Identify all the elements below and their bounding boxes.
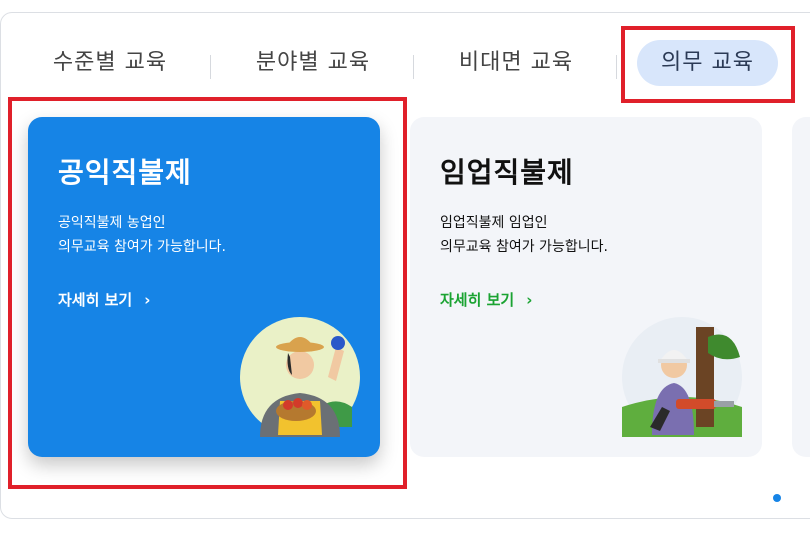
- tab-field-education[interactable]: 분야별 교육: [243, 40, 383, 86]
- forester-with-chainsaw-icon: [622, 317, 742, 437]
- card-description: 임업직불제 임업인 의무교육 참여가 가능합니다.: [440, 211, 608, 259]
- highlight-box-card: [8, 97, 407, 489]
- highlight-box-tab: [621, 26, 795, 103]
- card-forestry-direct-payment[interactable]: 임업직불제 임업직불제 임업인 의무교육 참여가 가능합니다. 자세히 보기 ›: [410, 117, 762, 457]
- card-title: 임업직불제: [440, 156, 574, 189]
- view-details-label: 자세히 보기: [440, 291, 515, 309]
- card-desc-line: 임업직불제 임업인: [440, 215, 548, 231]
- carousel-indicator-dot[interactable]: [773, 494, 781, 502]
- view-details-link[interactable]: 자세히 보기 ›: [440, 289, 532, 310]
- chevron-right-icon: ›: [526, 291, 533, 309]
- tab-divider: [210, 55, 211, 79]
- card-desc-line: 의무교육 참여가 가능합니다.: [440, 239, 608, 255]
- tab-divider: [616, 55, 617, 79]
- tab-divider: [413, 55, 414, 79]
- tab-level-education[interactable]: 수준별 교육: [40, 40, 180, 86]
- tab-online-education[interactable]: 비대면 교육: [446, 40, 586, 86]
- card-next-preview[interactable]: [792, 117, 810, 457]
